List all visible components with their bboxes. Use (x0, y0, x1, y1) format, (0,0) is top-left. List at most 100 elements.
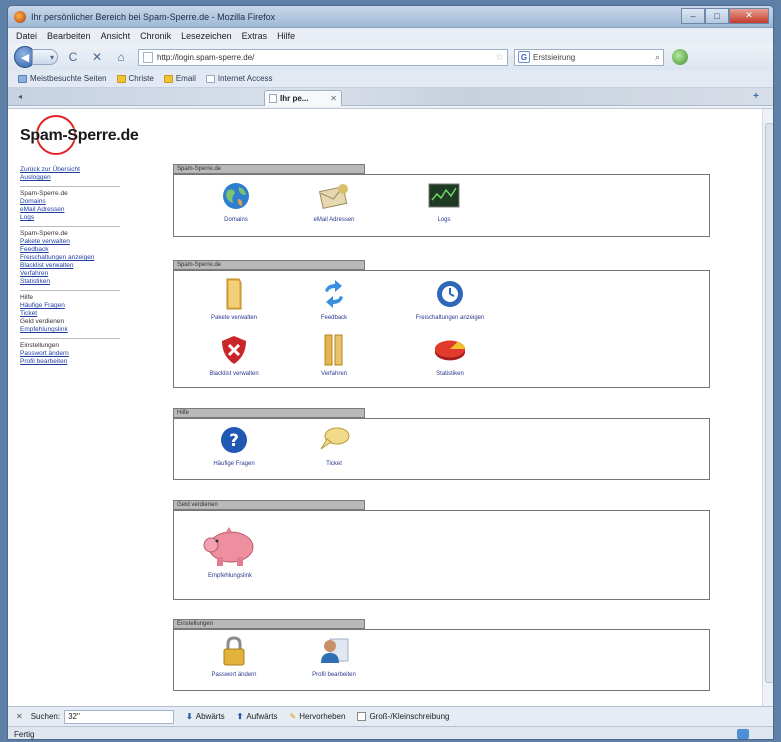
sidebar-link-logs[interactable]: Logs (20, 214, 120, 222)
bookmark-item[interactable]: Internet Access (205, 74, 273, 83)
history-dropdown-button[interactable]: ▾ (32, 49, 58, 65)
sidebar-link-packages[interactable]: Pakete verwalten (20, 238, 120, 246)
svg-text:?: ? (229, 431, 239, 451)
find-close-icon[interactable]: ✕ (16, 712, 23, 721)
logs-link[interactable]: Logs (398, 179, 490, 223)
bookmark-item[interactable]: Meistbesuchte Seiten (18, 74, 107, 83)
sidebar-heading: Einstellungen (20, 342, 60, 349)
refresh-icon (317, 277, 351, 311)
bookmark-item[interactable]: Christe (116, 74, 154, 83)
bookmarks-toolbar: Meistbesuchte Seiten Christe Email Inter… (8, 70, 773, 88)
menu-bearbeiten[interactable]: Bearbeiten (47, 31, 91, 41)
referral-link[interactable]: Empfehlungslink (184, 525, 276, 579)
stop-icon[interactable]: ✕ (88, 48, 106, 66)
status-bar: Fertig (8, 726, 773, 739)
speech-bubble-icon (317, 423, 351, 457)
search-bar[interactable]: G Erstsieirung ⌕ (514, 48, 664, 66)
checkbox-icon (357, 712, 367, 721)
site-logo[interactable]: Spam-Sperre.de (20, 127, 139, 145)
url-text: http://login.spam-sperre.de/ (157, 52, 255, 62)
manage-blacklist-link[interactable]: Blacklist verwalten (188, 333, 280, 377)
menu-chronik[interactable]: Chronik (140, 31, 171, 41)
maximize-button[interactable]: □ (705, 7, 729, 24)
tab-active[interactable]: Ihr pe... ✕ (264, 90, 342, 106)
binder-icon (317, 333, 351, 367)
reload-icon[interactable]: C (64, 48, 82, 66)
statistics-link[interactable]: Statistiken (404, 333, 496, 377)
sidebar-link-ticket[interactable]: Ticket (20, 310, 120, 318)
url-bar[interactable]: http://login.spam-sperre.de/ ☆ (138, 48, 508, 66)
sidebar-link-email[interactable]: eMail Adressen (20, 206, 120, 214)
scrollbar-thumb[interactable] (765, 123, 773, 683)
highlight-button[interactable]: ✎ Hervorheben (290, 712, 346, 721)
addon-icon[interactable] (672, 49, 688, 65)
manage-packages-link[interactable]: Pakete verwalten (188, 277, 280, 321)
menu-extras[interactable]: Extras (242, 31, 268, 41)
navigation-toolbar: ◀ ▾ C ✕ ⌂ http://login.spam-sperre.de/ ☆… (8, 44, 773, 70)
search-input[interactable]: Erstsieirung (533, 53, 575, 62)
show-releases-link[interactable]: Freischaltungen anzeigen (404, 277, 496, 321)
sidebar-link-feedback[interactable]: Feedback (20, 246, 120, 254)
menu-hilfe[interactable]: Hilfe (277, 31, 295, 41)
close-button[interactable]: ✕ (729, 7, 769, 24)
sidebar-link-procedure[interactable]: Verfahren (20, 270, 120, 278)
ticket-link[interactable]: Ticket (288, 423, 380, 467)
vertical-scrollbar[interactable] (762, 109, 773, 706)
sidebar-section: Spam-Sperre.de Domains eMail Adressen Lo… (20, 187, 120, 227)
tab-scroll-left-icon[interactable]: ◂ (18, 92, 22, 101)
domains-link[interactable]: Domains (190, 179, 282, 223)
tab-page-icon (269, 94, 277, 103)
sidebar-link-password[interactable]: Passwort ändern (20, 350, 120, 358)
sidebar-section: Einstellungen Passwort ändern Profil bea… (20, 339, 120, 370)
new-tab-button[interactable]: + (753, 91, 759, 102)
find-input[interactable]: 32" (64, 709, 175, 724)
home-icon[interactable]: ⌂ (112, 48, 130, 66)
minimize-button[interactable]: – (681, 7, 705, 24)
search-icon[interactable]: ⌕ (655, 52, 660, 63)
sidebar-link-overview[interactable]: Zurück zur Übersicht (20, 166, 120, 174)
sidebar-link-blacklist[interactable]: Blacklist verwalten (20, 262, 120, 270)
item-label: Statistiken (436, 371, 464, 377)
bookmark-star-icon[interactable]: ☆ (495, 52, 504, 63)
menu-datei[interactable]: Datei (16, 31, 37, 41)
sidebar-link-releases[interactable]: Freischaltungen anzeigen (20, 254, 120, 262)
status-addon-icon[interactable] (737, 729, 749, 739)
sidebar-heading: Hilfe (20, 294, 34, 301)
panel-title: Geld verdienen (173, 500, 365, 510)
sidebar-link-statistics[interactable]: Statistiken (20, 278, 120, 286)
menu-lesezeichen[interactable]: Lesezeichen (181, 31, 232, 41)
bookmark-item[interactable]: Email (163, 74, 196, 83)
tab-close-icon[interactable]: ✕ (330, 94, 337, 103)
sidebar-link-domains[interactable]: Domains (20, 198, 120, 206)
find-next-button[interactable]: ⬇ Abwärts (186, 712, 225, 721)
procedure-link[interactable]: Verfahren (288, 333, 380, 377)
feedback-link[interactable]: Feedback (288, 277, 380, 321)
sidebar-link-logout[interactable]: Ausloggen (20, 174, 120, 182)
help-icon: ? (217, 423, 251, 457)
faq-link[interactable]: ? Häufige Fragen (188, 423, 280, 467)
match-case-checkbox[interactable]: Groß-/Kleinschreibung (357, 712, 450, 721)
google-icon[interactable]: G (518, 51, 530, 63)
item-label: eMail Adressen (313, 217, 355, 223)
find-next-label: Abwärts (195, 712, 225, 721)
item-label: Logs (437, 217, 451, 223)
sidebar-link-referral[interactable]: Empfehlungslink (20, 326, 120, 334)
match-case-label: Groß-/Kleinschreibung (369, 712, 450, 721)
panel-box: Domains eMail Adressen Logs (173, 174, 710, 237)
window-controls: – □ ✕ (681, 7, 769, 26)
find-previous-button[interactable]: ⬆ Aufwärts (237, 712, 278, 721)
sidebar-link-faq[interactable]: Häufige Fragen (20, 302, 120, 310)
bookmark-folder-icon (18, 74, 27, 83)
change-password-link[interactable]: Passwort ändern (188, 634, 280, 678)
clock-icon (433, 277, 467, 311)
sidebar-link-profile[interactable]: Profil bearbeiten (20, 358, 120, 366)
menu-ansicht[interactable]: Ansicht (101, 31, 131, 41)
globe-icon (219, 179, 253, 213)
browser-window: Ihr persönlicher Bereich bei Spam-Sperre… (7, 5, 774, 740)
email-addresses-link[interactable]: eMail Adressen (288, 179, 380, 223)
item-label: Empfehlungslink (207, 573, 253, 579)
panel-box: ? Häufige Fragen Ticket (173, 418, 710, 480)
page-content: Spam-Sperre.de Zurück zur Übersicht Ausl… (8, 108, 773, 706)
bookmark-label: Email (175, 74, 196, 83)
edit-profile-link[interactable]: Profil bearbeiten (288, 634, 380, 678)
